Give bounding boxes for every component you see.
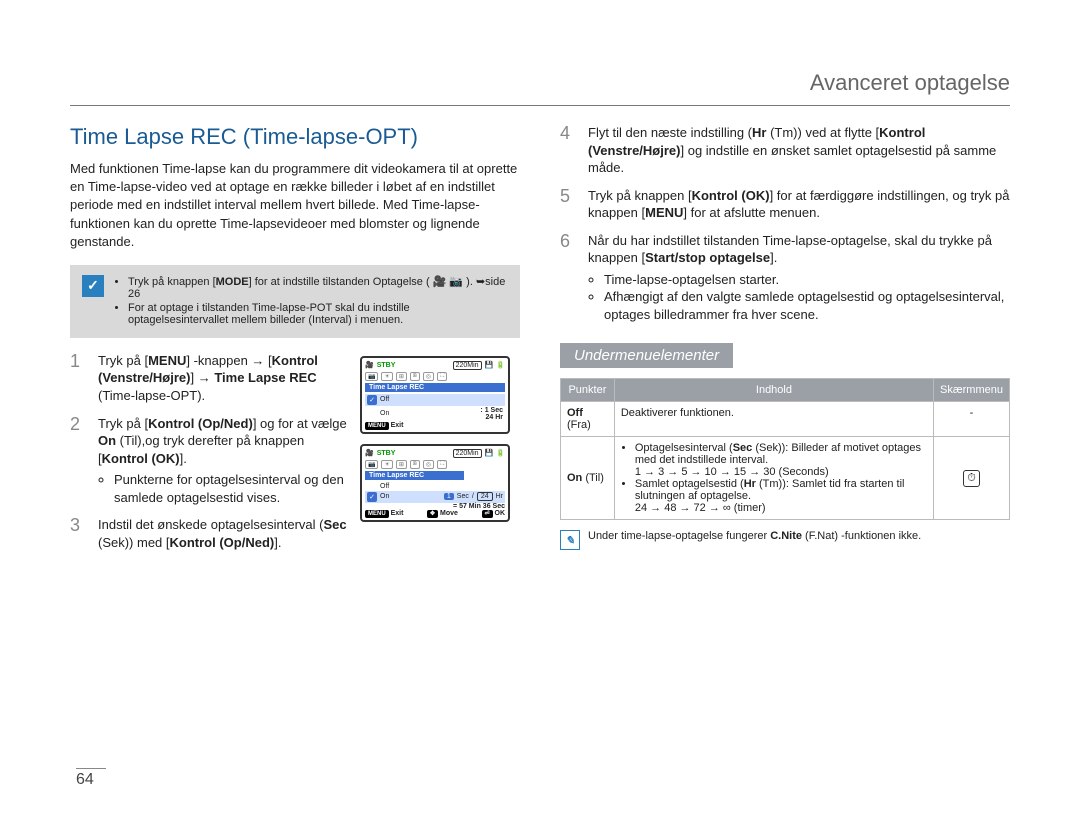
icon-strip: 📷☀⊞⧈◎⛶ <box>365 460 505 469</box>
timelapse-icon: ⏱ <box>963 470 980 487</box>
table-row: On (Til) Optagelsesinterval (Sec (Sek)):… <box>561 437 1010 520</box>
page-header: Avanceret optagelse <box>70 70 1010 106</box>
lcd-screenshot-2: 🎥 STBY 220Min 💾 🔋 📷☀⊞⧈◎⛶ Time Lapse REC <box>360 444 510 522</box>
lcd-menu-title: Time Lapse REC <box>365 383 505 392</box>
callout-item: For at optage i tilstanden Time-lapse-PO… <box>128 302 508 326</box>
page: Avanceret optagelse Time Lapse REC (Time… <box>0 0 1080 825</box>
callout-box: ✓ Tryk på knappen [MODE] for at indstill… <box>70 265 520 338</box>
left-steps: 1 Tryk på [MENU] -knappen → [Kontrol (Ve… <box>70 352 520 561</box>
battery-icon: 🔋 <box>496 449 505 457</box>
step-body: Flyt til den næste indstilling (Hr (Tm))… <box>588 124 1010 177</box>
intro-paragraph: Med funktionen Time-lapse kan du program… <box>70 160 520 251</box>
check-icon: ✓ <box>82 275 104 297</box>
camera-icon: 🎥 <box>365 449 374 457</box>
step-number: 3 <box>70 516 88 551</box>
lcd-figures: 🎥 STBY 220Min 💾 🔋 📷☀⊞⧈◎⛶ Time Lapse REC … <box>360 352 520 561</box>
lcd-option-on: ✓ On 1 Sec / 24 Hr <box>365 491 505 503</box>
step-number: 5 <box>560 187 578 222</box>
check-icon: ✓ <box>367 492 377 502</box>
table-header: Skærmmenu <box>934 379 1010 402</box>
lcd-option-off: ✓ Off <box>365 394 505 406</box>
step-number: 4 <box>560 124 578 177</box>
battery-icon: 🔋 <box>496 361 505 369</box>
status-stby: STBY <box>377 450 396 457</box>
step-body: Indstil det ønskede optagelsesinterval (… <box>98 516 350 551</box>
step-number: 1 <box>70 352 88 405</box>
rec-time: 220Min <box>453 449 482 458</box>
table-row: Off (Fra) Deaktiverer funktionen. - <box>561 402 1010 437</box>
step-number: 6 <box>560 232 578 324</box>
right-column: 4 Flyt til den næste indstilling (Hr (Tm… <box>560 124 1010 561</box>
check-icon: ✓ <box>367 395 377 405</box>
step-body: Når du har indstillet tilstanden Time-la… <box>588 232 1010 324</box>
step-body: Tryk på [Kontrol (Op/Ned)] og for at væl… <box>98 415 350 507</box>
step-body: Tryk på [MENU] -knappen → [Kontrol (Vens… <box>98 352 350 405</box>
lcd-menu-title: Time Lapse REC <box>365 471 464 480</box>
lcd-option-on: On : 1 Sec 24 Hr <box>365 406 505 422</box>
page-header-title: Avanceret optagelse <box>810 70 1010 95</box>
note: ✎ Under time-lapse-optagelse fungerer C.… <box>560 530 1010 550</box>
move-icon: ✥ <box>427 510 438 518</box>
icon-strip: 📷☀⊞⧈◎⛶ <box>365 372 505 381</box>
table-header: Punkter <box>561 379 615 402</box>
camera-icon: 🎥 <box>365 361 374 369</box>
callout-item: Tryk på knappen [MODE] for at indstille … <box>128 275 508 300</box>
status-stby: STBY <box>377 362 396 369</box>
menu-tag: MENU <box>365 510 389 518</box>
card-icon: 💾 <box>485 361 494 369</box>
table-header: Indhold <box>614 379 933 402</box>
submenu-table: Punkter Indhold Skærmmenu Off (Fra) Deak… <box>560 378 1010 520</box>
lcd-computed-time: = 57 Min 36 Sec <box>365 503 505 510</box>
section-heading: Time Lapse REC (Time-lapse-OPT) <box>70 124 520 150</box>
step-number: 2 <box>70 415 88 507</box>
page-number: 64 <box>76 768 106 789</box>
lcd-option-off: Off <box>365 482 505 491</box>
card-icon: 💾 <box>485 449 494 457</box>
ok-icon: ⏎ <box>482 510 493 518</box>
step-body: Tryk på knappen [Kontrol (OK)] for at fæ… <box>588 187 1010 222</box>
columns: Time Lapse REC (Time-lapse-OPT) Med funk… <box>70 124 1010 561</box>
menu-tag: MENU <box>365 422 389 430</box>
left-column: Time Lapse REC (Time-lapse-OPT) Med funk… <box>70 124 520 561</box>
lcd-screenshot-1: 🎥 STBY 220Min 💾 🔋 📷☀⊞⧈◎⛶ Time Lapse REC … <box>360 356 510 434</box>
note-icon: ✎ <box>560 530 580 550</box>
rec-time: 220Min <box>453 361 482 370</box>
submenu-heading: Undermenuelementer <box>560 343 733 368</box>
